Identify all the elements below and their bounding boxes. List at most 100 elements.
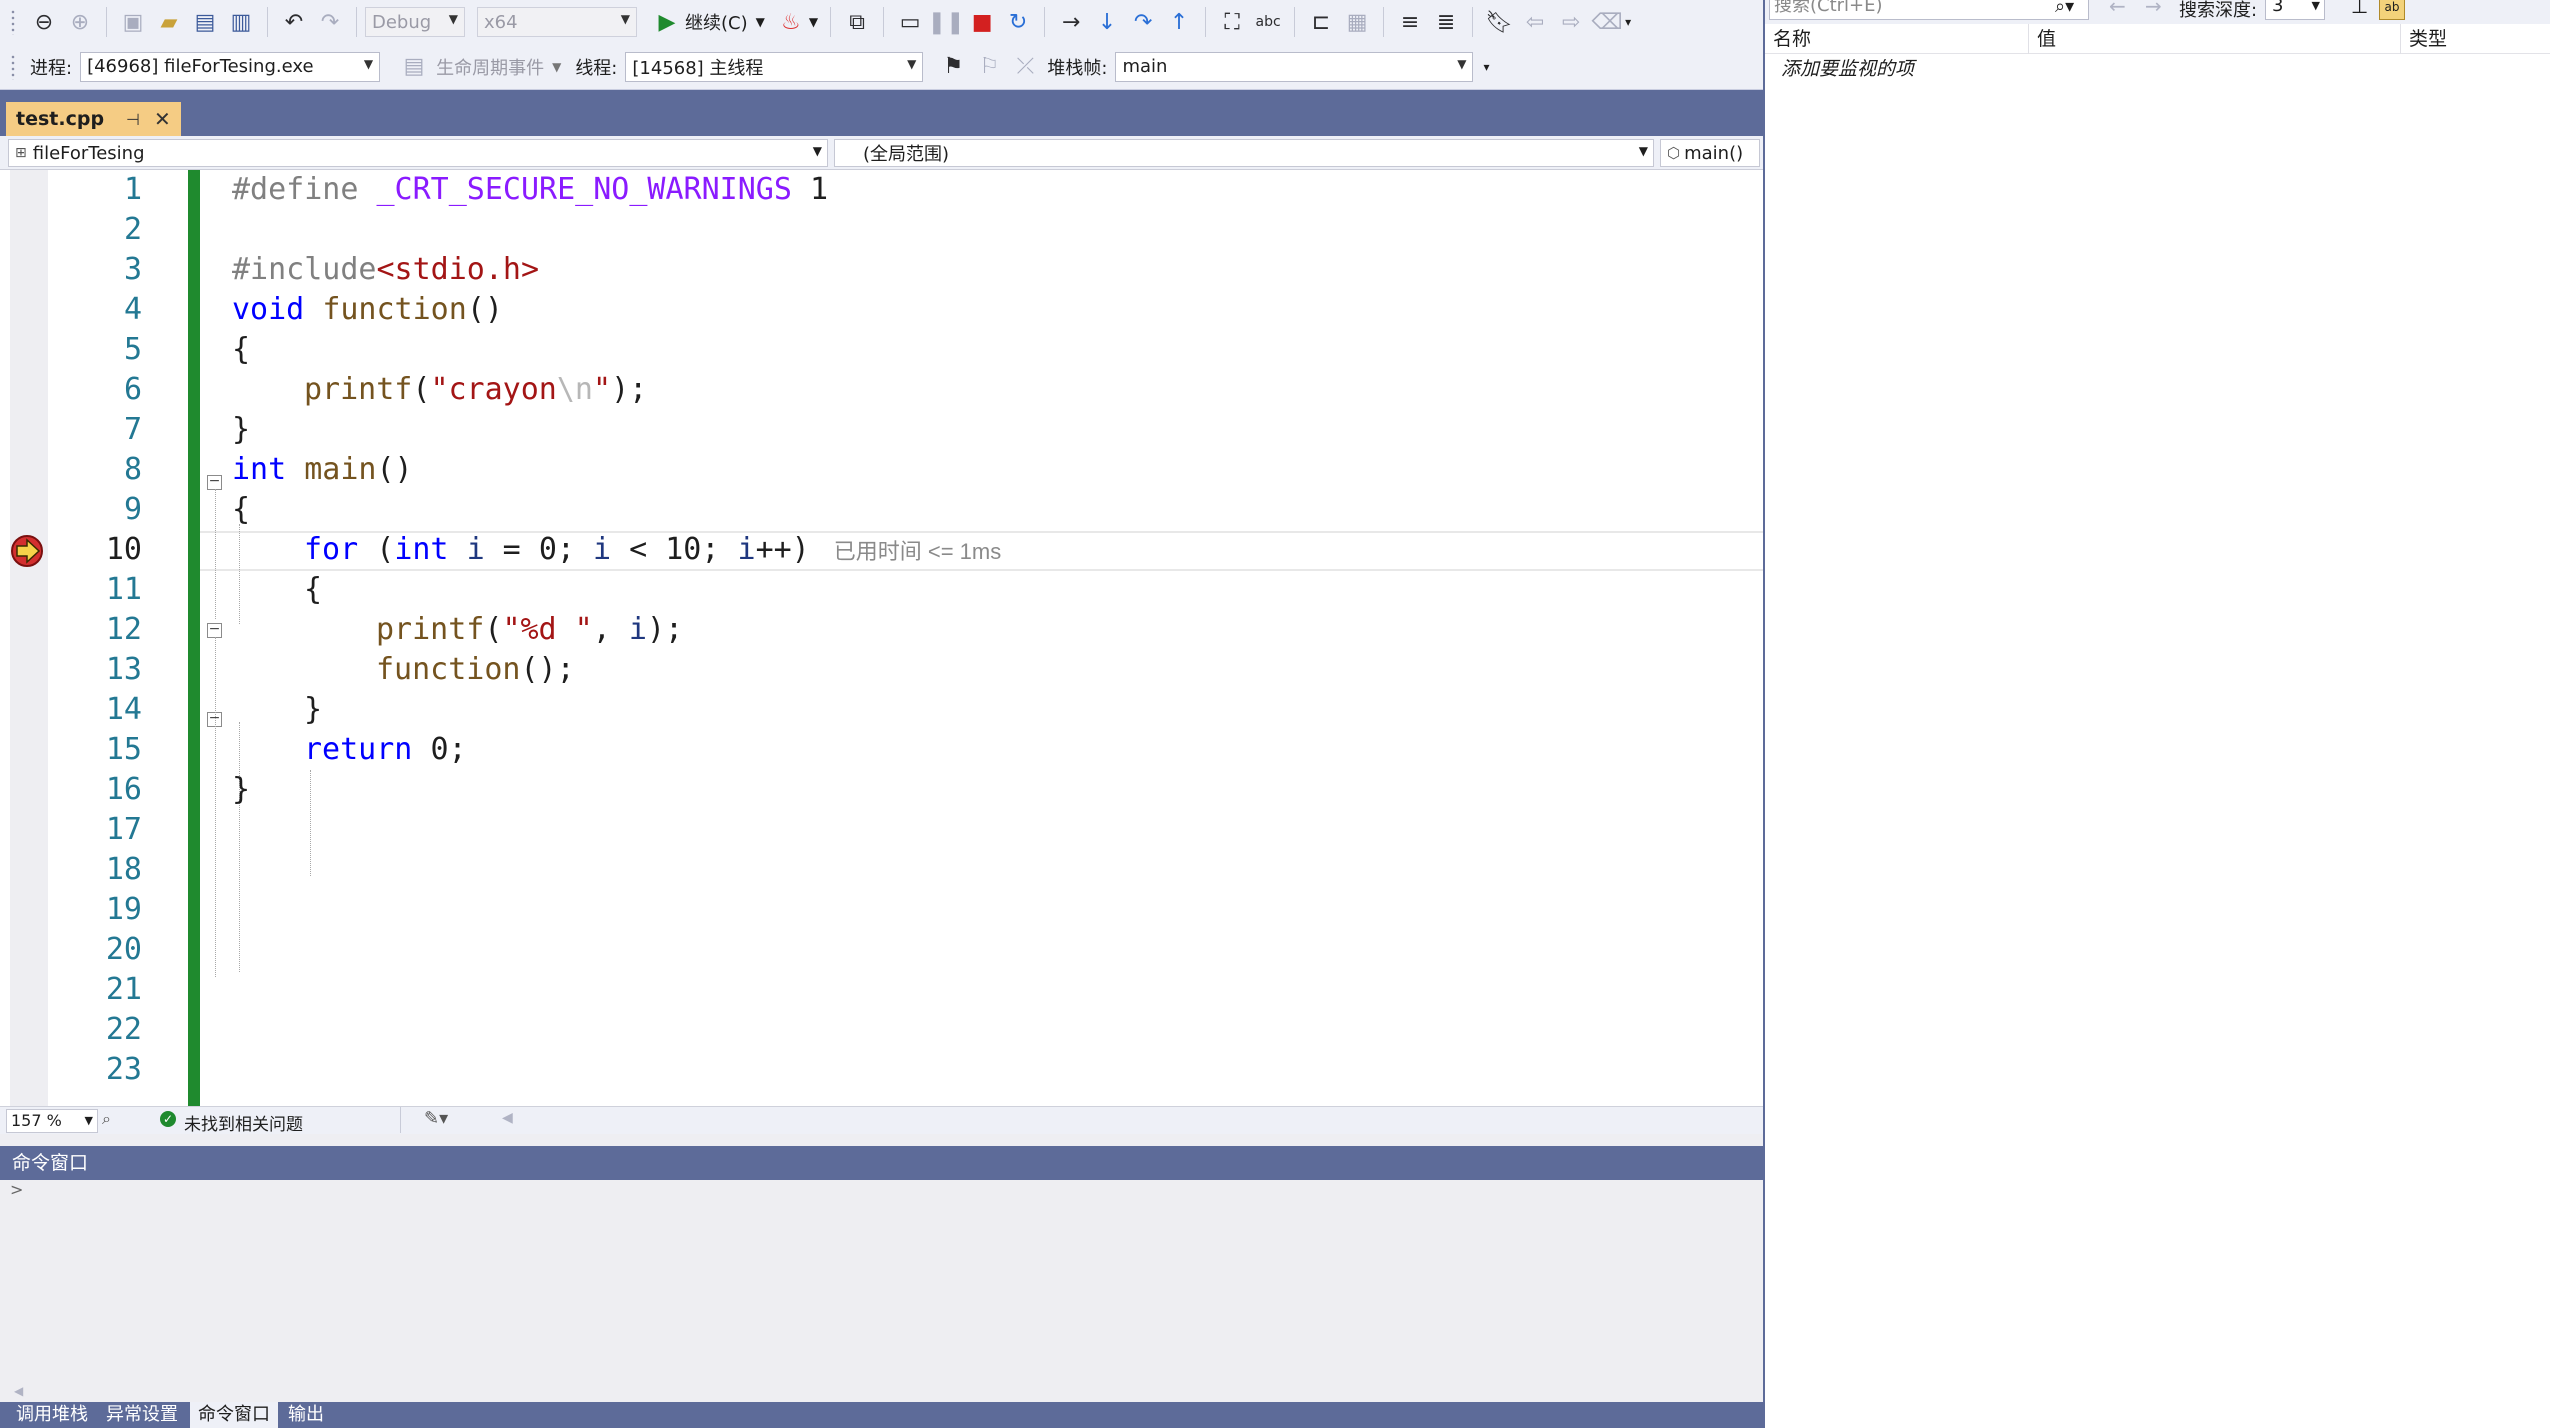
open-folder-icon[interactable]: ▰ (154, 7, 184, 37)
break-all-icon[interactable]: ❚❚ (928, 7, 965, 37)
stop-debugging-icon[interactable]: ■ (967, 7, 997, 37)
step-over-icon[interactable]: ↷ (1128, 7, 1158, 37)
watch-search-input[interactable]: 搜索(Ctrl+E) (1769, 0, 2089, 20)
clear-bookmarks-icon[interactable]: ⌫ (1592, 7, 1623, 37)
comment-out-icon[interactable]: ≡ (1395, 7, 1425, 37)
undo-icon[interactable]: ↶ (279, 7, 309, 37)
command-window-input[interactable]: > ◀ (8, 1180, 1763, 1402)
close-icon[interactable]: ✕ (154, 107, 171, 131)
code-line-4[interactable]: void function() (232, 290, 503, 330)
stackframe-dropdown[interactable]: main ▼ (1115, 51, 1474, 82)
collapse-icon[interactable]: − (207, 622, 222, 638)
code-line-11[interactable]: { (304, 570, 322, 610)
save-all-icon[interactable]: ▥ (226, 7, 256, 37)
code-line-7[interactable]: } (232, 410, 250, 450)
hex-display-icon[interactable]: ⊏ (1306, 7, 1336, 37)
tab-output[interactable]: 输出 (280, 1402, 332, 1428)
perf-tip-elapsed-time[interactable]: 已用时间 <= 1ms (834, 539, 1001, 564)
search-icon[interactable]: ⌕▾ (2055, 0, 2074, 17)
hex-view-icon[interactable]: ab (2379, 0, 2405, 20)
pin-icon[interactable]: ⊥ (2351, 0, 2368, 18)
tab-exception-settings[interactable]: 异常设置 (98, 1402, 186, 1428)
code-line-8[interactable]: int main() (232, 450, 413, 490)
breakpoint-margin[interactable] (10, 170, 48, 1106)
save-icon[interactable]: ▤ (190, 7, 220, 37)
solution-configuration-dropdown[interactable]: Debug ▼ (365, 7, 465, 37)
search-back-icon[interactable]: ← (2109, 0, 2126, 18)
code-line-15[interactable]: return 0; (304, 730, 467, 770)
chevron-down-icon[interactable]: ▼ (552, 60, 561, 74)
diagnostic-tools-icon[interactable]: ▭ (895, 7, 925, 37)
chevron-down-icon[interactable]: ▼ (809, 15, 818, 29)
code-token: main (304, 452, 377, 487)
browser-link-icon[interactable]: ⧉ (842, 7, 872, 37)
continue-button[interactable]: 继续(C) (685, 9, 748, 35)
step-out-icon[interactable]: ↑ (1164, 7, 1194, 37)
brush-icon[interactable]: ⌕ (102, 1109, 111, 1129)
collapse-icon[interactable]: − (207, 474, 222, 490)
bookmark-icon[interactable]: 🔖︎ (1484, 7, 1514, 37)
code-line-6[interactable]: printf("crayon\n"); (304, 370, 647, 410)
code-line-5[interactable]: { (232, 330, 250, 370)
code-line-16[interactable]: } (232, 770, 250, 810)
show-next-statement-icon[interactable]: → (1056, 7, 1086, 37)
code-line-9[interactable]: { (232, 490, 250, 530)
issues-status[interactable]: 未找到相关问题 (184, 1110, 303, 1135)
instruction-pointer-icon[interactable] (10, 534, 46, 568)
code-token: 1 (809, 172, 829, 207)
flag-thread-icon[interactable]: ⚑ (938, 52, 968, 82)
toolbar-grip[interactable] (10, 9, 16, 35)
code-token: void (232, 292, 305, 327)
zoom-dropdown[interactable]: 157 % ▼ (6, 1109, 98, 1133)
add-watch-item[interactable]: 添加要监视的项 (1765, 54, 2550, 84)
code-line-10[interactable]: for (int i = 0; i < 10; i++) 已用时间 <= 1ms (304, 530, 1001, 570)
back-icon[interactable]: ⊖ (29, 7, 59, 37)
thread-filter-icon[interactable]: ⤫ (1010, 52, 1040, 82)
code-cleanup-icon[interactable]: ✎▾ (424, 1108, 448, 1129)
tab-test-cpp[interactable]: test.cpp ⊣ ✕ (6, 102, 181, 136)
redo-icon[interactable]: ↷ (315, 7, 345, 37)
solution-platform-dropdown[interactable]: x64 ▼ (477, 7, 637, 37)
lifecycle-events-icon[interactable]: ▤ (399, 52, 429, 82)
code-editor[interactable]: 1 2 3 4 5 6 7 8 9 10 11 12 13 14 15 16 17 18 19 20 21 22 23 − … (0, 170, 1763, 1106)
thread-dropdown[interactable]: [14568] 主线程 ▼ (625, 51, 924, 82)
member-dropdown[interactable]: ⬡ main() (1660, 139, 1760, 167)
code-line-12[interactable]: printf("%d ", i); (376, 610, 683, 650)
code-line-13[interactable]: function(); (376, 650, 575, 690)
show-flagged-threads-icon[interactable]: ⚐ (974, 52, 1004, 82)
restart-icon[interactable]: ↻ (1003, 7, 1033, 37)
pin-icon[interactable]: ⊣ (126, 110, 140, 129)
process-dropdown[interactable]: [46968] fileForTesing.exe ▼ (80, 51, 381, 82)
lifecycle-events-button[interactable]: 生命周期事件 (436, 54, 544, 80)
project-dropdown[interactable]: ⊞ fileForTesing ▼ (8, 139, 828, 167)
search-depth-dropdown[interactable]: 3 ▼ (2265, 0, 2325, 20)
code-line-14[interactable]: } (304, 690, 322, 730)
scroll-left-icon[interactable]: ◀ (14, 1384, 23, 1398)
forward-icon[interactable]: ⊕ (65, 7, 95, 37)
tab-command-window[interactable]: 命令窗口 (190, 1402, 278, 1428)
column-value-header[interactable]: 值 (2029, 24, 2401, 54)
scroll-left-icon[interactable]: ◀ (502, 1110, 513, 1126)
search-forward-icon[interactable]: → (2145, 0, 2162, 18)
thread-icon[interactable]: ⛶ (1217, 7, 1247, 37)
previous-bookmark-icon[interactable]: ⇦ (1520, 7, 1550, 37)
toolbar-overflow-icon[interactable]: ▾ (1483, 60, 1489, 74)
code-token: "crayon (430, 372, 557, 407)
code-line-3[interactable]: #include<stdio.h> (232, 250, 539, 290)
next-bookmark-icon[interactable]: ⇨ (1556, 7, 1586, 37)
continue-play-icon[interactable]: ▶ (652, 7, 682, 37)
spell-check-icon[interactable]: abc (1253, 7, 1283, 37)
hot-reload-icon[interactable]: ♨ (776, 7, 806, 37)
toolbar-overflow-icon[interactable]: ▾ (1625, 15, 1631, 29)
chevron-down-icon[interactable]: ▼ (756, 15, 765, 29)
tab-call-stack[interactable]: 调用堆栈 (8, 1402, 96, 1428)
memory-icon[interactable]: ▦ (1342, 7, 1372, 37)
code-line-1[interactable]: #define _CRT_SECURE_NO_WARNINGS 1 (232, 170, 828, 210)
column-name-header[interactable]: 名称 (1765, 24, 2029, 54)
toolbar-grip[interactable] (10, 53, 16, 80)
column-type-header[interactable]: 类型 (2401, 24, 2550, 54)
new-project-icon[interactable]: ▣ (118, 7, 148, 37)
step-into-icon[interactable]: ↓ (1092, 7, 1122, 37)
uncomment-icon[interactable]: ≣ (1431, 7, 1461, 37)
scope-dropdown[interactable]: (全局范围) ▼ (834, 139, 1654, 167)
